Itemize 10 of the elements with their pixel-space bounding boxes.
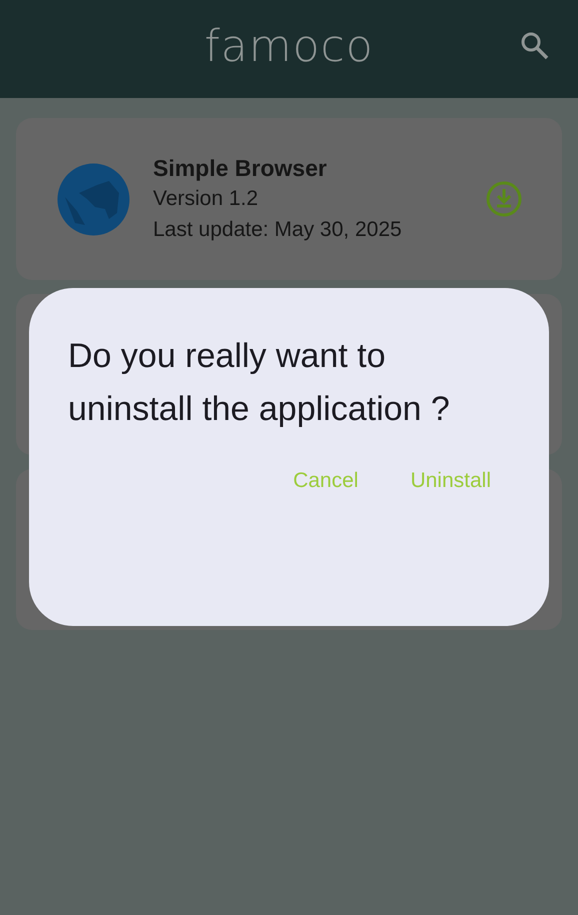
dialog-message: Do you really want to uninstall the application ? (68, 336, 451, 430)
app-card[interactable]: Simple Browser Version 1.2 Last update: May 30, 2025 (16, 118, 562, 280)
uninstall-button[interactable]: Uninstall (410, 469, 491, 493)
search-icon[interactable] (520, 31, 550, 61)
app-logo: famoco (204, 20, 374, 72)
cancel-button[interactable]: Cancel (293, 469, 358, 493)
app-name: Simple Browser (153, 154, 328, 183)
last-update-text: Last update: May 30, 2025 (153, 217, 403, 243)
globe-icon (57, 162, 130, 236)
app-version: Version 1.2 (153, 186, 260, 212)
